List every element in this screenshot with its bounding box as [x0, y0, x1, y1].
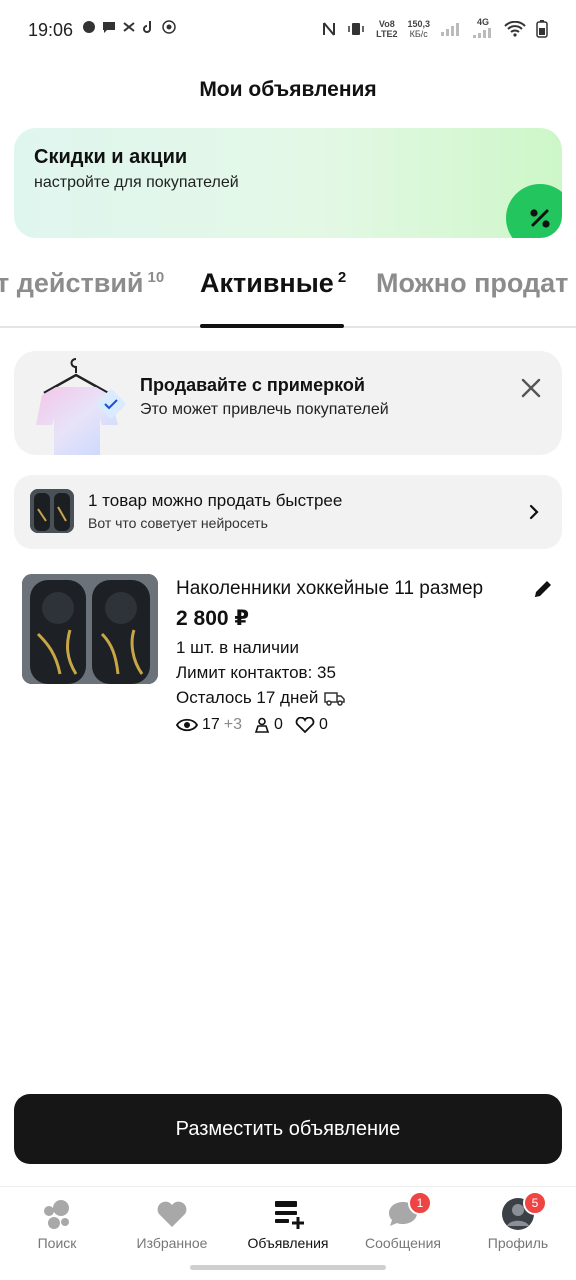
try-on-tip-card[interactable]: Продавайте с примеркой Это может привлеч…: [14, 351, 562, 455]
sell-faster-subtitle: Вот что советует нейросеть: [88, 515, 268, 531]
listing-photo[interactable]: [22, 574, 158, 684]
nav-search[interactable]: Поиск: [2, 1187, 112, 1253]
listing-price: 2 800 ₽: [176, 607, 249, 630]
knee-pads-thumbnail-image: [30, 489, 74, 533]
system-status-icons: Vo8 LTE2 150,3 КБ/с 4G: [322, 18, 548, 39]
bottom-navigation: Поиск Избранное Объявления 1 Сообщения 5…: [0, 1187, 576, 1257]
chat-bubble-icon: [83, 21, 95, 33]
promo-title: Скидки и акции: [34, 146, 188, 168]
sell-faster-title: 1 товар можно продать быстрее: [88, 491, 343, 510]
listing-item[interactable]: Наколенники хоккейные 11 размер 2 800 ₽ …: [0, 570, 576, 750]
listing-stats: 17 +3 0 0: [176, 716, 328, 734]
close-icon[interactable]: [518, 375, 544, 401]
nav-label: Профиль: [487, 1235, 549, 1251]
notification-icons: [82, 20, 176, 34]
search-dots-icon: [40, 1197, 74, 1231]
nav-label: Избранное: [136, 1235, 208, 1251]
chat-icon: 1: [386, 1191, 432, 1231]
listings-add-icon: [271, 1197, 305, 1231]
listing-tabs: т действий 10 Активные 2 Можно продат: [0, 268, 576, 330]
active-tab-indicator: [200, 324, 344, 328]
status-bar: 19:06 Vo8 LTE2 150,3 КБ/с 4G: [0, 0, 576, 60]
nav-label: Поиск: [37, 1235, 77, 1251]
nav-label: Сообщения: [365, 1235, 441, 1251]
tshirt-hanger-illustration: [36, 358, 126, 455]
tiktok-icon: [143, 21, 151, 33]
nav-label: Объявления: [247, 1235, 329, 1251]
listing-contact-limit: Лимит контактов: 35: [176, 663, 336, 682]
views-count: 17: [202, 716, 220, 733]
sell-faster-card[interactable]: 1 товар можно продать быстрее Вот что со…: [14, 475, 562, 549]
tab-count: 2: [337, 269, 347, 286]
nav-favorites[interactable]: Избранное: [117, 1187, 227, 1253]
product-thumbnail: [30, 489, 74, 533]
messages-badge: 1: [408, 1191, 432, 1215]
percent-icon: [530, 209, 550, 228]
edit-pencil-icon[interactable]: [532, 578, 554, 600]
discounts-promo-banner[interactable]: Скидки и акции настройте для покупателей: [14, 128, 562, 238]
post-listing-button[interactable]: Разместить объявление: [14, 1094, 562, 1164]
contacts-count: 0: [274, 716, 283, 733]
home-indicator[interactable]: [190, 1265, 386, 1270]
tab-can-sell[interactable]: Можно продат: [376, 268, 568, 299]
percent-badge: [506, 184, 562, 238]
tab-active[interactable]: Активные 2: [200, 268, 346, 299]
favorites-count: 0: [318, 716, 328, 733]
message-icon: [103, 22, 115, 33]
try-on-subtitle: Это может привлечь покупателей: [140, 401, 389, 418]
nfc-icon: [323, 21, 336, 36]
promo-subtitle: настройте для покупателей: [34, 174, 239, 191]
delivery-truck-icon: [324, 692, 346, 706]
volte-indicator: Vo8 LTE2: [376, 18, 398, 39]
tab-no-actions[interactable]: т действий 10: [0, 268, 164, 299]
views-increase: +3: [223, 716, 243, 733]
listing-title[interactable]: Наколенники хоккейные 11 размер: [176, 578, 483, 600]
signal-icon: [441, 22, 459, 36]
nav-messages[interactable]: 1 Сообщения: [348, 1187, 458, 1253]
knee-pads-photo: [22, 574, 158, 684]
try-on-title: Продавайте с примеркой: [140, 375, 365, 395]
network-speed: 150,3 КБ/с: [407, 18, 430, 39]
page-title: Мои объявления: [199, 78, 377, 101]
listing-days-left: Осталось 17 дней: [176, 688, 319, 707]
wifi-icon: [504, 20, 526, 37]
listing-stock: 1 шт. в наличии: [176, 638, 300, 657]
network-type: 4G: [472, 18, 494, 39]
heart-icon: [155, 1197, 189, 1231]
status-time: 19:06: [28, 20, 74, 40]
tab-count: 10: [147, 269, 165, 286]
listing-days-left-row: Осталось 17 дней: [176, 688, 346, 708]
battery-icon: [536, 19, 548, 38]
eye-icon: [176, 718, 198, 732]
nav-listings[interactable]: Объявления: [233, 1187, 343, 1253]
signal-icon-2: [473, 28, 491, 38]
person-icon: [254, 717, 270, 733]
vibrate-icon: [348, 22, 364, 35]
capcut-icon: [123, 22, 135, 32]
target-icon: [162, 20, 176, 34]
heart-outline-icon: [295, 717, 315, 733]
chevron-right-icon: [529, 504, 539, 520]
avatar-icon: 5: [501, 1191, 547, 1231]
nav-profile[interactable]: 5 Профиль: [463, 1187, 573, 1253]
profile-badge: 5: [523, 1191, 547, 1215]
